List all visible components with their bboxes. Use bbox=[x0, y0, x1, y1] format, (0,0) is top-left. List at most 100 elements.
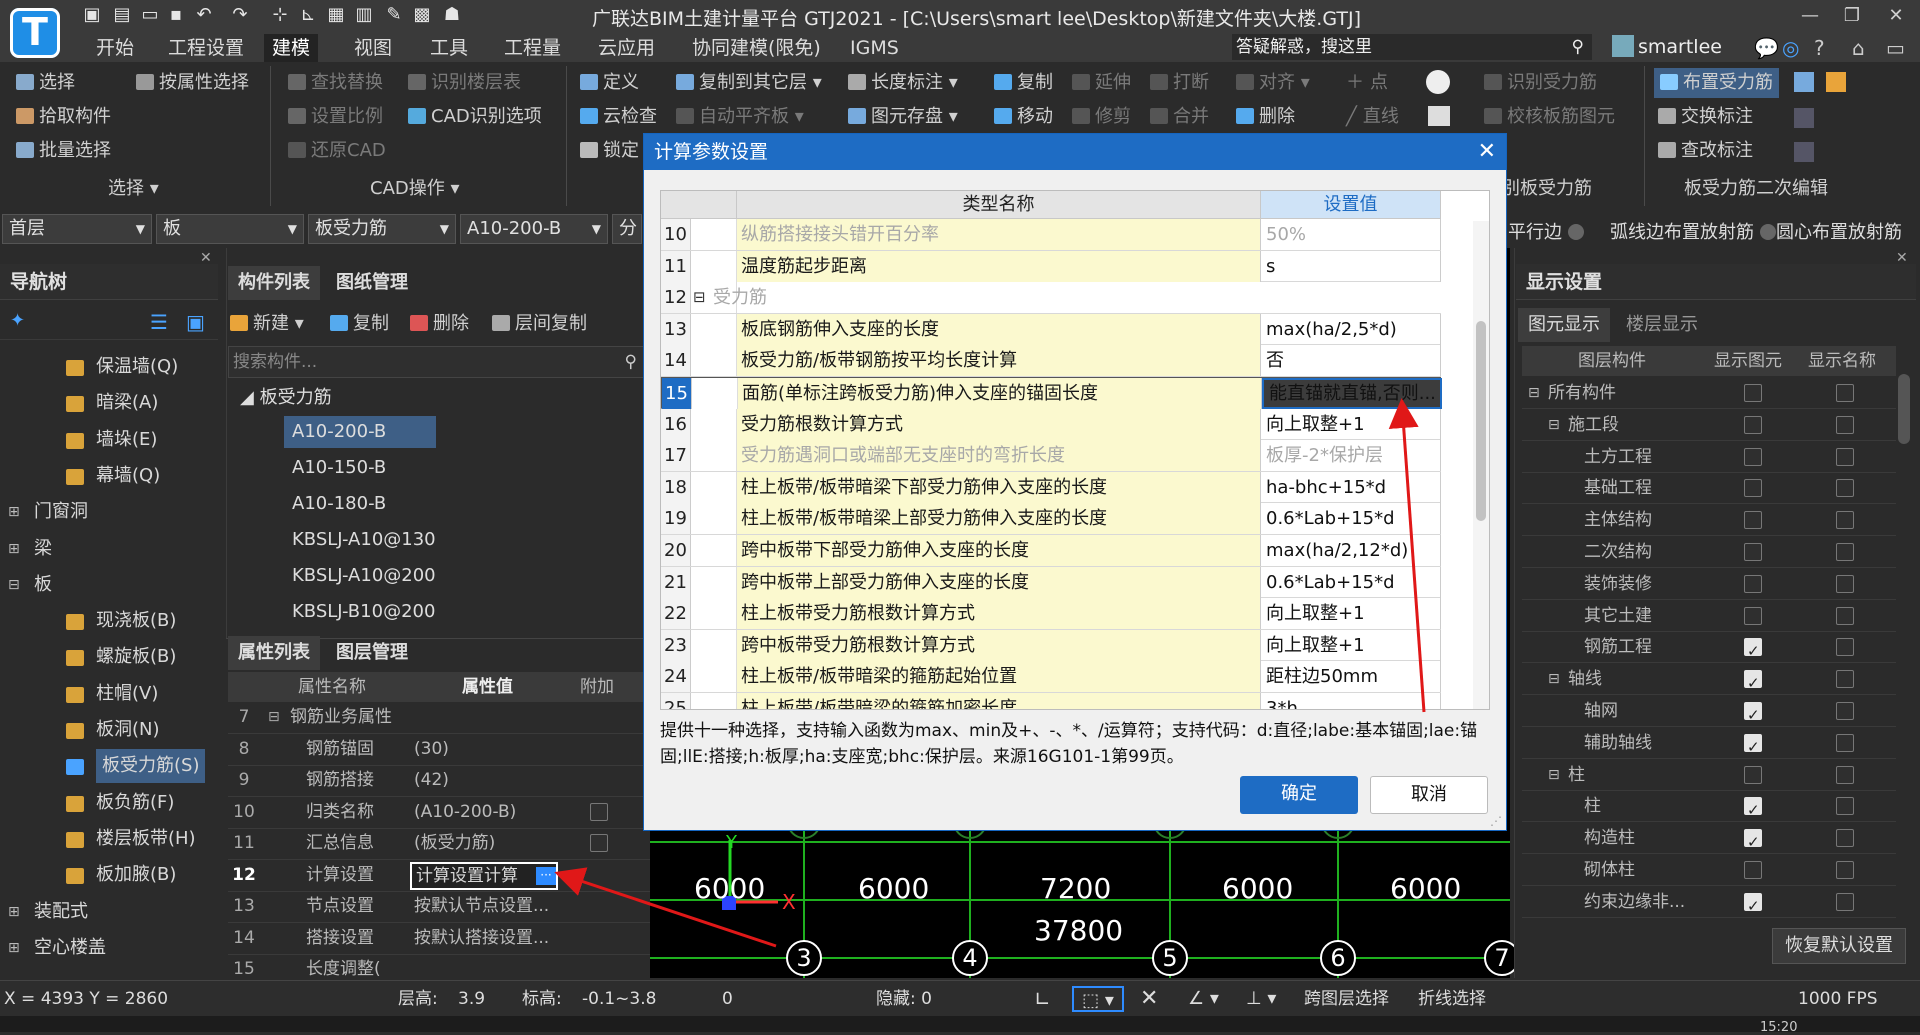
param-row[interactable]: 12 ⊟ 受力筋 bbox=[661, 282, 1441, 314]
show-element-checkbox[interactable] bbox=[1744, 479, 1762, 498]
show-name-checkbox[interactable] bbox=[1836, 415, 1854, 434]
move-button[interactable]: 移动 bbox=[994, 102, 1053, 132]
property-row[interactable]: 13 节点设置 按默认节点设置... bbox=[228, 891, 650, 923]
display-row[interactable]: 辅助轴线 bbox=[1522, 728, 1896, 763]
restore-defaults-button[interactable]: 恢复默认设置 bbox=[1772, 928, 1906, 964]
nav-item[interactable]: 现浇板(B) bbox=[0, 604, 204, 638]
lock-button[interactable]: 锁定 bbox=[580, 136, 639, 166]
length-dim-button[interactable]: 长度标注 ▾ bbox=[848, 68, 958, 98]
show-name-checkbox[interactable] bbox=[1836, 447, 1854, 466]
minimize-ribbon-icon[interactable]: ▭ bbox=[1886, 36, 1905, 60]
show-name-checkbox[interactable] bbox=[1836, 670, 1854, 689]
collapse-icon[interactable]: ⊟ bbox=[268, 702, 280, 733]
list-view-icon[interactable]: ☰ bbox=[150, 310, 168, 334]
angle-icon[interactable]: ∠ ▾ bbox=[1188, 986, 1219, 1012]
pencil-icon[interactable]: ✎ bbox=[382, 3, 406, 27]
menu-project-settings[interactable]: 工程设置 bbox=[160, 34, 252, 62]
group-select[interactable]: 选择 ▾ bbox=[108, 175, 159, 203]
define-button[interactable]: 定义 bbox=[580, 68, 639, 98]
calc-settings-field[interactable]: 计算设置计算 ··· bbox=[410, 861, 558, 890]
param-row[interactable]: 13 板底钢筋伸入支座的长度 max(ha/2,5*d) bbox=[661, 313, 1441, 346]
component-search-input[interactable]: 搜索构件... ⚲ bbox=[228, 346, 644, 378]
param-row[interactable]: 19 柱上板带/板带暗梁上部受力筋伸入支座的长度 0.6*Lab+15*d bbox=[661, 503, 1441, 535]
collapse-icon[interactable]: ⊟ bbox=[1548, 760, 1560, 791]
param-value[interactable]: 否 bbox=[1261, 345, 1441, 377]
show-element-checkbox[interactable] bbox=[1744, 384, 1762, 402]
show-element-checkbox[interactable] bbox=[1744, 511, 1762, 530]
display-row[interactable]: ⊟ 轴线 bbox=[1522, 664, 1896, 699]
display-row[interactable]: 主体结构 bbox=[1522, 505, 1896, 537]
menu-start[interactable]: 开始 bbox=[88, 34, 142, 62]
pin-icon[interactable]: ⊹ bbox=[268, 3, 292, 27]
trim-button[interactable]: 修剪 bbox=[1072, 102, 1131, 132]
nav-item[interactable]: ⊟ 板 bbox=[0, 568, 204, 602]
small-icon[interactable] bbox=[1794, 142, 1814, 162]
show-element-checkbox[interactable] bbox=[1744, 795, 1762, 826]
redo-icon[interactable]: ↷ bbox=[228, 3, 252, 27]
insert-icon[interactable]: ⊥ ▾ bbox=[1246, 986, 1276, 1012]
option-center[interactable]: 圆心布置放射筋 bbox=[1776, 218, 1902, 244]
show-element-checkbox[interactable] bbox=[1744, 415, 1762, 434]
show-name-checkbox[interactable] bbox=[1836, 384, 1854, 402]
menu-igms[interactable]: IGMS bbox=[842, 34, 907, 62]
param-value[interactable]: 板厚-2*保护层 bbox=[1261, 440, 1441, 472]
copy-button[interactable]: 复制 bbox=[994, 68, 1053, 98]
show-element-checkbox[interactable] bbox=[1744, 606, 1762, 625]
new-icon[interactable]: ▤ bbox=[110, 3, 134, 27]
scrollbar[interactable] bbox=[1898, 374, 1910, 444]
cad-options-button[interactable]: CAD识别选项 bbox=[408, 102, 542, 132]
show-name-checkbox[interactable] bbox=[1836, 733, 1854, 752]
component-item[interactable]: KBSLJ-B10@200 bbox=[284, 596, 443, 628]
param-value[interactable]: 能直锚就直锚,否则... bbox=[1262, 378, 1442, 409]
collapse-icon[interactable]: ⊟ bbox=[693, 282, 706, 313]
scroll-thumb[interactable] bbox=[1476, 321, 1486, 521]
find-replace-button[interactable]: 查找替换 bbox=[288, 68, 383, 98]
group-cad[interactable]: CAD操作 ▾ bbox=[370, 175, 460, 203]
show-name-checkbox[interactable] bbox=[1836, 829, 1854, 848]
close-icon[interactable]: ✕ bbox=[1478, 134, 1496, 170]
show-name-checkbox[interactable] bbox=[1836, 543, 1854, 561]
param-row[interactable]: 18 柱上板带/板带暗梁下部受力筋伸入支座的长度 ha-bhc+15*d bbox=[661, 471, 1441, 504]
show-element-checkbox[interactable] bbox=[1744, 891, 1762, 922]
cancel-button[interactable]: 取消 bbox=[1370, 776, 1488, 814]
user-account[interactable]: smartlee bbox=[1612, 34, 1722, 60]
nav-item[interactable]: ⊞ 空心楼盖 bbox=[0, 931, 204, 965]
param-row[interactable]: 11 温度筋起步距离 s bbox=[661, 250, 1441, 283]
show-element-checkbox[interactable] bbox=[1744, 827, 1762, 858]
nav-item[interactable]: ⊞ 梁 bbox=[0, 532, 204, 566]
component-item[interactable]: A10-200-B bbox=[284, 416, 436, 448]
tab-floor-display[interactable]: 楼层显示 bbox=[1616, 308, 1708, 342]
property-row[interactable]: 7 ⊟ 钢筋业务属性 bbox=[228, 702, 650, 734]
cross-icon[interactable]: ✕ bbox=[1140, 986, 1158, 1012]
screen-icon[interactable]: ▦ bbox=[324, 3, 348, 27]
grid-scrollbar[interactable] bbox=[1473, 221, 1489, 709]
check-rebar-button[interactable]: 校核板筋图元 bbox=[1484, 102, 1615, 132]
param-value[interactable]: max(ha/2,12*d) bbox=[1261, 535, 1441, 566]
delete-button[interactable]: 删除 bbox=[1236, 102, 1295, 132]
pin-icon[interactable]: ✦ bbox=[10, 310, 25, 331]
layers-icon[interactable]: ▥ bbox=[352, 3, 376, 27]
partial-select[interactable]: 分 bbox=[612, 214, 642, 244]
menu-tools[interactable]: 工具 bbox=[422, 34, 476, 62]
param-value[interactable]: 50% bbox=[1261, 219, 1441, 250]
align-button[interactable]: 对齐 ▾ bbox=[1236, 68, 1310, 98]
param-value[interactable]: 距柱边50mm bbox=[1261, 661, 1441, 693]
headset-icon[interactable]: ◎ bbox=[1782, 36, 1799, 60]
display-row[interactable]: ⊟ 施工段 bbox=[1522, 410, 1896, 441]
swap-label-button[interactable]: 交换标注 bbox=[1658, 102, 1753, 132]
property-row[interactable]: 10 归类名称 (A10-200-B) bbox=[228, 797, 650, 829]
recognize-floor-table-button[interactable]: 识别楼层表 bbox=[408, 68, 521, 98]
cross-floor-select-button[interactable]: 跨图层选择 bbox=[1304, 986, 1389, 1012]
param-row[interactable]: 17 受力筋遇洞口或端部无支座时的弯折长度 板厚-2*保护层 bbox=[661, 440, 1441, 472]
draw-point-button[interactable]: ＋点 bbox=[1346, 68, 1388, 98]
show-name-checkbox[interactable] bbox=[1836, 574, 1854, 593]
nav-item[interactable]: 墙垛(E) bbox=[0, 423, 204, 457]
draw-line-button[interactable]: ╱ 直线 bbox=[1346, 102, 1399, 132]
display-row[interactable]: 柱 bbox=[1522, 791, 1896, 826]
collapse-icon[interactable]: ⊟ bbox=[1548, 664, 1560, 695]
param-row[interactable]: 20 跨中板带下部受力筋伸入支座的长度 max(ha/2,12*d) bbox=[661, 535, 1441, 567]
expand-icon[interactable]: ⊞ bbox=[8, 532, 20, 566]
delete-component-button[interactable]: 删除 bbox=[410, 309, 469, 339]
nav-item[interactable]: ⊞ 门窗洞 bbox=[0, 495, 204, 529]
minimize-icon[interactable]: — bbox=[1790, 2, 1830, 30]
